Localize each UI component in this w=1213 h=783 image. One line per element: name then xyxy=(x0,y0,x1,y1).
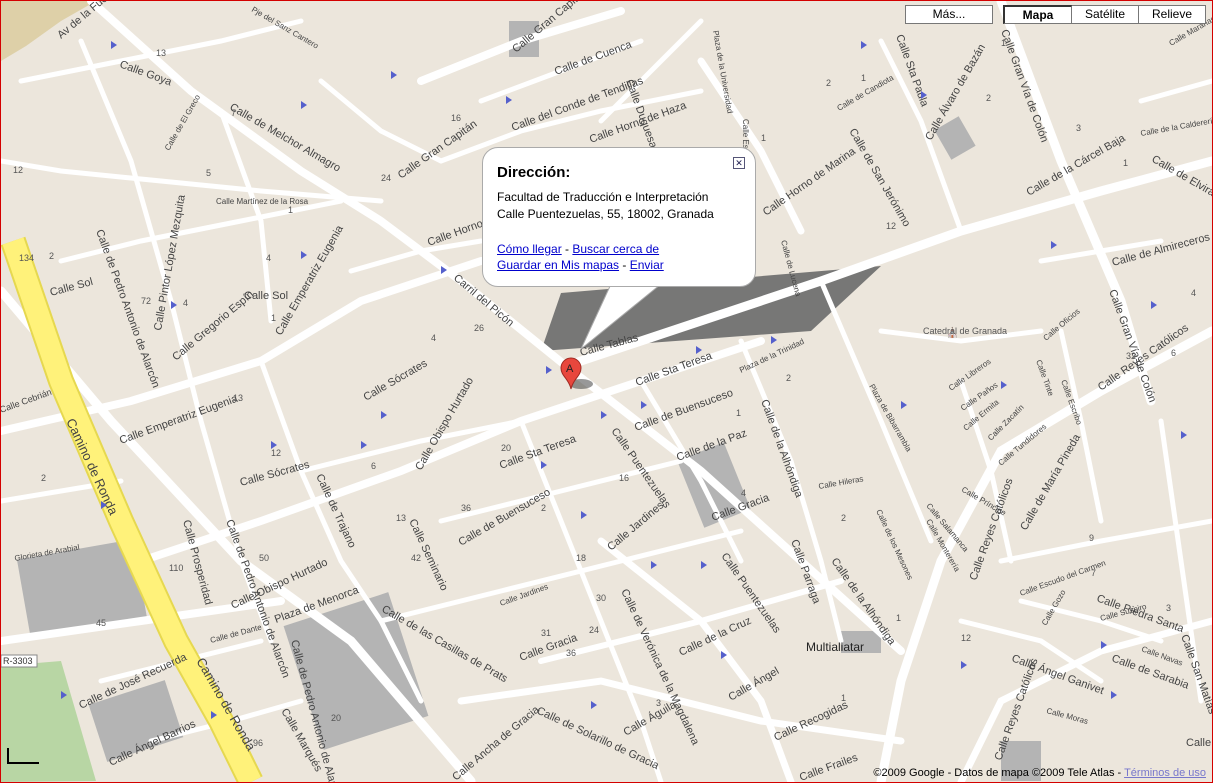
svg-text:1: 1 xyxy=(1123,158,1128,168)
svg-text:16: 16 xyxy=(451,113,461,123)
poi-label: Catedral de Granada xyxy=(923,326,1007,336)
svg-text:20: 20 xyxy=(501,443,511,453)
svg-text:1: 1 xyxy=(736,408,741,418)
svg-text:2: 2 xyxy=(986,93,991,103)
svg-text:24: 24 xyxy=(381,173,391,183)
svg-text:96: 96 xyxy=(253,738,263,748)
svg-text:12: 12 xyxy=(886,221,896,231)
svg-text:2: 2 xyxy=(786,373,791,383)
svg-text:1: 1 xyxy=(288,205,293,215)
svg-text:9: 9 xyxy=(1089,533,1094,543)
svg-text:36: 36 xyxy=(461,503,471,513)
copyright-notice: ©2009 Google - Datos de mapa ©2009 Tele … xyxy=(873,767,1206,779)
search-nearby-link[interactable]: Buscar cerca de xyxy=(572,242,659,256)
svg-text:4: 4 xyxy=(266,253,271,263)
send-link[interactable]: Enviar xyxy=(630,258,664,272)
info-window-links: Cómo llegar - Buscar cerca de Guardar en… xyxy=(497,241,664,273)
map-type-satellite-button[interactable]: Satélite xyxy=(1072,5,1139,24)
svg-text:12: 12 xyxy=(271,448,281,458)
svg-text:26: 26 xyxy=(474,323,484,333)
svg-text:2: 2 xyxy=(41,473,46,483)
svg-text:4: 4 xyxy=(431,333,436,343)
svg-text:13: 13 xyxy=(396,513,406,523)
svg-text:1: 1 xyxy=(1001,38,1006,48)
svg-text:3: 3 xyxy=(1076,123,1081,133)
svg-text:45: 45 xyxy=(96,618,106,628)
svg-text:3: 3 xyxy=(656,698,661,708)
svg-text:7: 7 xyxy=(1091,568,1096,578)
svg-text:4: 4 xyxy=(741,488,746,498)
more-button[interactable]: Más... xyxy=(905,5,993,24)
directions-link[interactable]: Cómo llegar xyxy=(497,242,562,256)
svg-text:72: 72 xyxy=(141,296,151,306)
svg-text:50: 50 xyxy=(259,553,269,563)
svg-text:3: 3 xyxy=(1166,603,1171,613)
info-window-title: Dirección: xyxy=(497,164,571,181)
svg-text:2: 2 xyxy=(49,251,54,261)
svg-text:36: 36 xyxy=(566,648,576,658)
svg-text:12: 12 xyxy=(13,165,23,175)
info-window: Dirección: ✕ Facultad de Traducción e In… xyxy=(482,147,756,287)
map-type-map-button[interactable]: Mapa xyxy=(1003,5,1072,24)
address-line-1: Facultad de Traducción e Interpretación xyxy=(497,190,709,204)
svg-text:13: 13 xyxy=(233,393,243,403)
svg-text:4: 4 xyxy=(1191,288,1196,298)
svg-text:30: 30 xyxy=(596,593,606,603)
svg-text:134: 134 xyxy=(19,253,34,263)
map-canvas[interactable]: Av de la Fuente Calle Goya Calle de Melc… xyxy=(1,1,1212,782)
close-icon[interactable]: ✕ xyxy=(733,157,745,169)
svg-text:6: 6 xyxy=(371,461,376,471)
svg-text:7: 7 xyxy=(231,108,236,118)
terms-of-use-link[interactable]: Términos de uso xyxy=(1124,767,1206,779)
svg-text:1: 1 xyxy=(896,613,901,623)
svg-text:5: 5 xyxy=(206,168,211,178)
svg-text:31: 31 xyxy=(541,628,551,638)
svg-text:1: 1 xyxy=(841,693,846,703)
svg-text:1: 1 xyxy=(861,73,866,83)
link-separator: - xyxy=(561,242,573,256)
svg-text:16: 16 xyxy=(619,473,629,483)
link-separator: - xyxy=(619,258,630,272)
svg-text:110: 110 xyxy=(169,563,183,573)
svg-text:1: 1 xyxy=(761,133,766,143)
map-type-controls: Más... Mapa Satélite Relieve xyxy=(905,5,1206,24)
svg-text:18: 18 xyxy=(576,553,586,563)
svg-text:6: 6 xyxy=(1171,348,1176,358)
svg-text:2: 2 xyxy=(826,78,831,88)
map-viewport[interactable]: Av de la Fuente Calle Goya Calle de Melc… xyxy=(0,0,1213,783)
copyright-text: ©2009 Google - Datos de mapa ©2009 Tele … xyxy=(873,767,1125,779)
svg-text:32: 32 xyxy=(1126,351,1136,361)
svg-text:24: 24 xyxy=(589,625,599,635)
svg-text:12: 12 xyxy=(961,633,971,643)
scale-bar xyxy=(7,748,39,764)
svg-text:42: 42 xyxy=(411,553,421,563)
address-line-2: Calle Puentezuelas, 55, 18002, Granada xyxy=(497,207,714,221)
svg-text:1: 1 xyxy=(271,313,276,323)
marker-label: A xyxy=(566,363,574,375)
street-label: Calle Cuesta xyxy=(1186,737,1212,749)
svg-text:4: 4 xyxy=(183,298,188,308)
map-type-relief-button[interactable]: Relieve xyxy=(1139,5,1206,24)
poi-label: Multialiatar xyxy=(806,640,864,654)
svg-text:20: 20 xyxy=(331,713,341,723)
svg-text:2: 2 xyxy=(541,503,546,513)
street-label: Calle Martínez de la Rosa xyxy=(216,197,309,206)
svg-text:R-3303: R-3303 xyxy=(3,656,33,666)
svg-text:13: 13 xyxy=(156,48,166,58)
map-type-group: Mapa Satélite Relieve xyxy=(1003,5,1206,24)
route-shield: R-3303 xyxy=(1,654,38,668)
svg-text:2: 2 xyxy=(841,513,846,523)
save-to-my-maps-link[interactable]: Guardar en Mis mapas xyxy=(497,258,619,272)
